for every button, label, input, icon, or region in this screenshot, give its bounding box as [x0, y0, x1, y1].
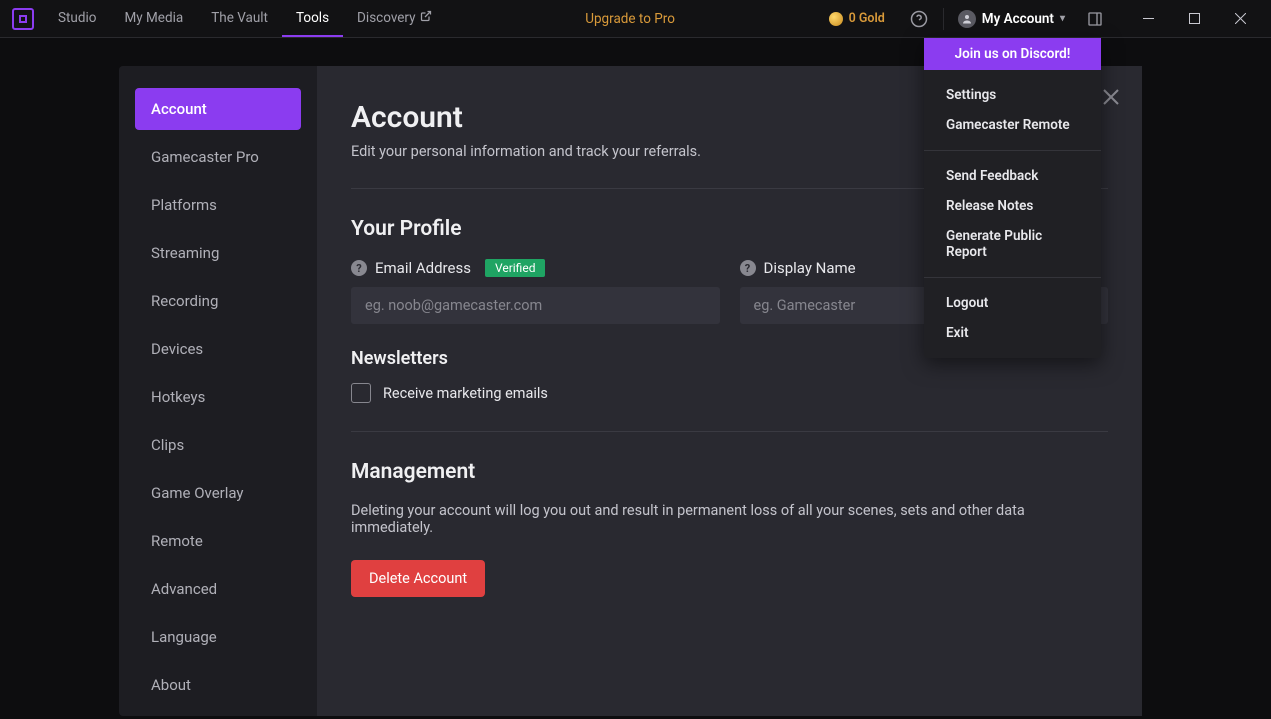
sidebar-item-clips[interactable]: Clips	[135, 424, 301, 466]
dropdown-item-settings[interactable]: Settings	[924, 80, 1101, 110]
dropdown-item-generate-public-report[interactable]: Generate Public Report	[924, 221, 1101, 267]
avatar-icon	[958, 10, 976, 28]
gold-amount: 0 Gold	[849, 11, 885, 26]
dropdown-item-logout[interactable]: Logout	[924, 288, 1101, 318]
window-minimize-button[interactable]	[1125, 0, 1171, 37]
sidebar-item-about[interactable]: About	[135, 664, 301, 706]
sidebar-item-remote[interactable]: Remote	[135, 520, 301, 562]
window-close-button[interactable]	[1217, 0, 1263, 37]
verified-badge: Verified	[485, 259, 546, 277]
nav-tab-studio[interactable]: Studio	[44, 0, 110, 37]
sidebar-item-account[interactable]: Account	[135, 88, 301, 130]
sidebar-item-game-overlay[interactable]: Game Overlay	[135, 472, 301, 514]
delete-account-button[interactable]: Delete Account	[351, 560, 485, 597]
sidebar-item-streaming[interactable]: Streaming	[135, 232, 301, 274]
nav-tab-discovery-label: Discovery	[357, 10, 415, 26]
nav-tab-my-media[interactable]: My Media	[110, 0, 197, 37]
close-button[interactable]	[1102, 88, 1120, 110]
sidebar-item-devices[interactable]: Devices	[135, 328, 301, 370]
marketing-emails-label: Receive marketing emails	[383, 385, 548, 402]
nav-tab-tools[interactable]: Tools	[282, 0, 343, 37]
nav-tab-the-vault[interactable]: The Vault	[197, 0, 282, 37]
gold-balance[interactable]: 0 Gold	[815, 11, 899, 26]
help-button[interactable]	[899, 0, 939, 37]
marketing-emails-checkbox[interactable]	[351, 383, 371, 403]
account-dropdown: Join us on Discord! Settings Gamecaster …	[924, 38, 1101, 358]
external-link-icon	[420, 10, 432, 25]
management-heading: Management	[351, 460, 1108, 484]
email-input[interactable]	[351, 287, 720, 324]
settings-sidebar: Account Gamecaster Pro Platforms Streami…	[119, 66, 317, 716]
titlebar: Studio My Media The Vault Tools Discover…	[0, 0, 1271, 38]
chevron-down-icon: ▾	[1060, 13, 1065, 24]
dropdown-item-exit[interactable]: Exit	[924, 318, 1101, 348]
dropdown-item-release-notes[interactable]: Release Notes	[924, 191, 1101, 221]
divider	[351, 431, 1108, 432]
discord-banner[interactable]: Join us on Discord!	[924, 38, 1101, 70]
sidebar-item-platforms[interactable]: Platforms	[135, 184, 301, 226]
upgrade-to-pro-link[interactable]: Upgrade to Pro	[585, 11, 675, 27]
dropdown-item-send-feedback[interactable]: Send Feedback	[924, 161, 1101, 191]
sidebar-item-advanced[interactable]: Advanced	[135, 568, 301, 610]
help-icon[interactable]: ?	[351, 260, 367, 276]
sidebar-item-hotkeys[interactable]: Hotkeys	[135, 376, 301, 418]
help-icon[interactable]: ?	[740, 260, 756, 276]
sidebar-item-gamecaster-pro[interactable]: Gamecaster Pro	[135, 136, 301, 178]
gold-coin-icon	[829, 12, 843, 26]
management-text: Deleting your account will log you out a…	[351, 502, 1108, 536]
my-account-button[interactable]: My Account ▾	[948, 10, 1075, 28]
display-name-label: Display Name	[764, 259, 856, 277]
window-maximize-button[interactable]	[1171, 0, 1217, 37]
nav-tabs: Studio My Media The Vault Tools Discover…	[44, 0, 446, 37]
my-account-label: My Account	[982, 11, 1054, 27]
sidebar-item-recording[interactable]: Recording	[135, 280, 301, 322]
layout-toggle-button[interactable]	[1075, 0, 1115, 37]
app-logo[interactable]	[12, 8, 34, 30]
sidebar-item-language[interactable]: Language	[135, 616, 301, 658]
dropdown-item-gamecaster-remote[interactable]: Gamecaster Remote	[924, 110, 1101, 140]
email-label: Email Address	[375, 259, 471, 277]
nav-tab-discovery[interactable]: Discovery	[343, 0, 445, 37]
